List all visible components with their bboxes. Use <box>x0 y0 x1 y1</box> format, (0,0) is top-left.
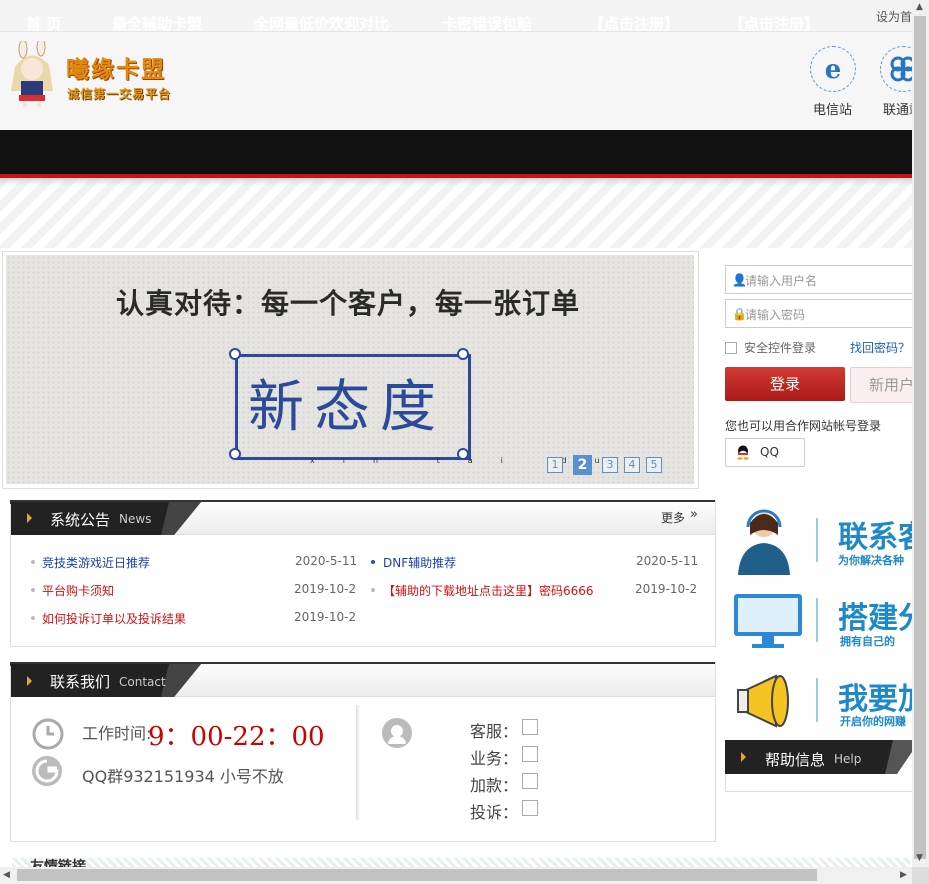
bullet <box>31 560 35 564</box>
help-title: 帮助信息 <box>765 751 826 769</box>
scroll-up-icon[interactable]: ▲ <box>916 2 923 12</box>
news-arrow-icon <box>27 513 32 523</box>
news-more-link[interactable]: 更多 <box>661 509 685 526</box>
qq-label: QQ <box>760 445 779 459</box>
qq-login-button[interactable]: QQ <box>725 438 805 467</box>
set-homepage-link[interactable]: 设为首 <box>876 8 912 25</box>
broken-image-icon[interactable] <box>522 773 538 789</box>
bullet <box>31 588 35 592</box>
banner-word: 新态度 <box>248 375 446 440</box>
promo-divider <box>816 678 818 722</box>
telecom-label[interactable]: 电信站 <box>813 99 852 118</box>
scrollbar-corner <box>912 867 929 884</box>
contact-row-complaint: 投诉： <box>470 803 519 822</box>
news-date-3: 2019-10-2 <box>294 582 357 596</box>
nav-card-error-refund[interactable]: 卡密错误包赔 <box>442 13 532 34</box>
password-input[interactable]: 🔒 请输入密码 <box>725 299 917 328</box>
news-item-4[interactable]: 【辅助的下载地址点击这里】密码6666 <box>383 582 594 599</box>
clock-icon <box>32 718 64 750</box>
bullet <box>31 616 35 620</box>
contact-row-service: 客服： <box>470 722 519 741</box>
logo-subtitle: 诚信第一交易平台 <box>67 87 172 101</box>
contact-row-topup: 加款： <box>470 776 519 795</box>
horizontal-scroll-thumb[interactable] <box>17 869 817 881</box>
qq-group-text: QQ群932151934 小号不放 <box>82 767 284 786</box>
friend-links-bar <box>12 858 910 867</box>
contact-title-en: Contact <box>119 675 166 689</box>
nav-shadow <box>0 178 929 186</box>
svg-text:e: e <box>825 55 842 85</box>
safe-login-checkbox[interactable] <box>725 342 737 354</box>
broken-image-icon[interactable] <box>522 800 538 816</box>
news-title-en: News <box>119 512 152 526</box>
bullet <box>371 588 375 592</box>
banner-slogan: 认真对待：每一个客户，每一张订单 <box>116 287 581 320</box>
help-title-en: Help <box>834 752 862 766</box>
news-item-5[interactable]: 如何投诉订单以及投诉结果 <box>42 610 186 627</box>
promo-contact-sub: 为你解决各种 <box>838 554 904 567</box>
broken-image-icon[interactable] <box>522 719 538 735</box>
nav-home[interactable]: 首 页 <box>26 13 61 34</box>
banner-page-3[interactable]: 3 <box>602 457 618 473</box>
login-button[interactable]: 登录 <box>725 367 845 401</box>
main-nav <box>0 130 929 178</box>
megaphone-icon[interactable] <box>736 672 802 730</box>
password-placeholder: 请输入密码 <box>745 308 806 322</box>
nav-register-2[interactable]: 【点击注册】 <box>729 13 819 34</box>
news-item-3[interactable]: 平台购卡须知 <box>42 582 114 599</box>
banner-page-4[interactable]: 4 <box>624 457 640 473</box>
scroll-left-icon[interactable]: ◀ <box>3 870 10 880</box>
banner-page-1[interactable]: 1 <box>547 457 563 473</box>
promo-join-sub: 开启你的网赚 <box>840 715 906 728</box>
banner-page-2[interactable]: 2 <box>573 455 592 475</box>
frame-corner <box>229 448 241 460</box>
contact-arrow-icon <box>27 676 32 686</box>
bullet <box>371 560 375 564</box>
logo-title[interactable]: 曦缘卡盟 <box>66 50 166 84</box>
nav-lowest-price[interactable]: 全网最低价欢迎对比 <box>254 13 389 34</box>
service-user-icon <box>382 718 412 748</box>
forgot-password-link[interactable]: 找回密码？ <box>850 339 910 356</box>
double-chevron-icon[interactable]: » <box>690 507 698 522</box>
banner-page-5[interactable]: 5 <box>646 457 662 473</box>
frame-corner <box>229 348 241 360</box>
contact-row-business: 业务： <box>470 749 519 768</box>
monitor-icon[interactable] <box>732 592 804 652</box>
help-arrow-icon <box>741 752 746 762</box>
news-date-1: 2020-5-11 <box>295 554 358 568</box>
friend-links-title: 友情链接 <box>30 859 86 867</box>
sub-nav-band <box>0 178 929 248</box>
news-date-2: 2020-5-11 <box>636 554 699 568</box>
contact-title: 联系我们 <box>50 673 111 691</box>
customer-service-icon[interactable] <box>732 505 796 575</box>
nav-cheat-cards[interactable]: 最全辅助卡盟 <box>112 13 202 34</box>
frame-corner <box>457 348 469 360</box>
username-placeholder: 请输入用户名 <box>745 274 818 288</box>
promo-divider <box>816 518 818 562</box>
logo-mascot-icon <box>11 41 53 107</box>
partner-login-text: 您也可以用合作网站帐号登录 <box>725 419 882 433</box>
nav-register-1[interactable]: 【点击注册】 <box>589 13 679 34</box>
news-date-4: 2019-10-2 <box>635 582 698 596</box>
news-item-2[interactable]: DNF辅助推荐 <box>383 554 456 571</box>
news-title: 系统公告 <box>50 511 111 529</box>
qq-icon <box>737 445 749 460</box>
work-time-label: 工作时间: <box>82 724 152 743</box>
username-input[interactable]: 👤 请输入用户名 <box>725 265 917 294</box>
news-date-5: 2019-10-2 <box>294 610 357 624</box>
vertical-scroll-thumb[interactable] <box>914 16 926 859</box>
qq-group-icon <box>32 756 62 786</box>
safe-login-label[interactable]: 安全控件登录 <box>744 339 816 356</box>
work-hours: 9：00-22：00 <box>148 722 325 752</box>
news-item-1[interactable]: 竞技类游戏近日推荐 <box>42 554 150 571</box>
broken-image-icon[interactable] <box>522 746 538 762</box>
contact-divider <box>356 705 360 820</box>
scroll-right-icon[interactable]: ▶ <box>900 870 907 880</box>
promo-build-sub: 拥有自己的 <box>840 635 895 648</box>
telecom-icon[interactable]: e <box>810 46 856 92</box>
promo-divider <box>816 598 818 642</box>
scroll-down-icon[interactable]: ▼ <box>916 853 923 863</box>
